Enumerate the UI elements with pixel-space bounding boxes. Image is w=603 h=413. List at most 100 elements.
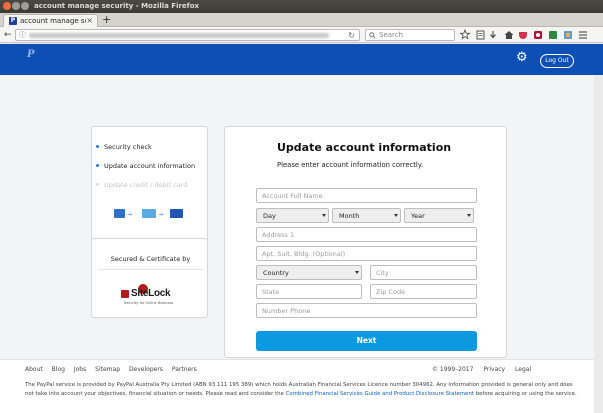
reload-icon[interactable]: ↻ <box>348 30 355 41</box>
site-info-icon[interactable]: ⓘ <box>19 30 26 41</box>
copyright: © 1999–2017 <box>432 366 474 373</box>
state-input[interactable]: State <box>256 284 362 299</box>
disclaimer-text-end: before acquiring or using the service. <box>473 390 577 397</box>
search-placeholder: Search <box>379 31 404 39</box>
form-subtitle: Please enter account information correct… <box>277 161 424 169</box>
step-label: Update account information <box>104 162 196 170</box>
footer-link-jobs[interactable]: Jobs <box>74 366 86 373</box>
footer-links: About Blog Jobs Sitemap Developers Partn… <box>25 366 204 373</box>
browser-tab[interactable]: P account manage security × <box>3 14 98 27</box>
footer-link-blog[interactable]: Blog <box>52 366 65 373</box>
url-bar[interactable]: ⓘ ↻ <box>15 29 360 41</box>
footer: About Blog Jobs Sitemap Developers Partn… <box>0 359 594 413</box>
zip-placeholder: Zip Code <box>376 288 406 296</box>
country-select[interactable]: Country <box>256 265 362 280</box>
logout-button[interactable]: Log Out <box>540 54 574 68</box>
day-select[interactable]: Day <box>256 208 329 223</box>
full-name-placeholder: Account Full Name <box>262 192 323 200</box>
sitelock-subtitle: Security for Online Business <box>124 301 174 305</box>
tab-strip: P account manage security × + <box>0 13 603 27</box>
footer-link-legal[interactable]: Legal <box>515 366 531 373</box>
window-maximize-button[interactable] <box>21 2 29 10</box>
site-header: P ⚙ Log Out <box>0 44 603 75</box>
page: P ⚙ Log Out Security check Update accoun… <box>0 44 603 413</box>
address1-input[interactable]: Address 1 <box>256 227 477 242</box>
footer-link-sitemap[interactable]: Sitemap <box>95 366 120 373</box>
country-value: Country <box>263 269 289 277</box>
footer-disclaimer: The PayPal service is provided by PayPal… <box>25 381 580 398</box>
step-update-account: Update account information <box>96 162 196 170</box>
secured-title: Secured & Certificate by <box>110 255 191 263</box>
menu-icon[interactable] <box>579 31 587 39</box>
paypal-logo-icon[interactable]: P <box>27 50 36 60</box>
address2-input[interactable]: Apt, Suit, Bldg. (Optional) <box>256 246 477 261</box>
window-close-button[interactable] <box>3 2 11 10</box>
city-placeholder: City <box>376 269 389 277</box>
footer-link-partners[interactable]: Partners <box>172 366 197 373</box>
year-select[interactable]: Year <box>404 208 474 223</box>
url-text-blurred <box>29 33 329 38</box>
day-value: Day <box>263 212 276 220</box>
step-dot-icon <box>96 145 99 148</box>
chevron-down-icon <box>355 271 359 274</box>
full-name-input[interactable]: Account Full Name <box>256 188 477 203</box>
navigation-bar: ← ⓘ ↻ Search <box>0 27 603 43</box>
star-icon[interactable] <box>460 29 471 40</box>
tab-close-icon[interactable]: × <box>86 16 93 25</box>
chevron-down-icon <box>322 214 326 217</box>
divider <box>98 269 203 270</box>
footer-link-developers[interactable]: Developers <box>129 366 163 373</box>
window-minimize-button[interactable] <box>12 2 20 10</box>
zip-code-input[interactable]: Zip Code <box>370 284 477 299</box>
back-arrow-icon[interactable]: ← <box>4 29 12 41</box>
window-title: account manage security - Mozilla Firefo… <box>34 2 200 10</box>
extension-icon[interactable] <box>549 31 557 39</box>
paypal-badge-icon <box>170 209 183 218</box>
phone-placeholder: Number Phone <box>262 307 311 315</box>
footer-link-privacy[interactable]: Privacy <box>483 366 505 373</box>
secured-card: Secured & Certificate by SiteLock Securi… <box>91 238 208 318</box>
toolbar-icons <box>460 29 587 40</box>
page-scrollbar[interactable] <box>594 75 603 413</box>
id-card-icon <box>114 209 125 218</box>
chevron-down-icon <box>394 214 398 217</box>
new-tab-icon[interactable]: + <box>102 13 111 26</box>
footer-right: © 1999–2017 Privacy Legal <box>432 366 539 373</box>
search-icon <box>369 30 376 43</box>
paypal-favicon-icon: P <box>9 17 17 25</box>
lock-icon <box>121 290 129 298</box>
month-value: Month <box>339 212 360 220</box>
pocket-icon[interactable] <box>519 32 527 39</box>
chevron-down-icon <box>467 214 471 217</box>
sitelock-logo-text: SiteLock <box>131 288 171 299</box>
home-icon[interactable] <box>504 31 514 39</box>
step-dot-icon <box>96 164 99 167</box>
month-select[interactable]: Month <box>332 208 401 223</box>
step-dot-icon <box>96 183 99 186</box>
disclaimer-link[interactable]: Combined Financial Services Guide and Pr… <box>286 391 474 397</box>
tab-title: account manage security <box>20 17 86 25</box>
form-title: Update account information <box>277 141 452 154</box>
step-label: Update credit / debit card <box>104 181 188 189</box>
gear-icon[interactable]: ⚙ <box>516 51 528 65</box>
process-flow: → → <box>114 208 188 220</box>
address1-placeholder: Address 1 <box>262 231 295 239</box>
step-security-check: Security check <box>96 143 152 151</box>
footer-link-about[interactable]: About <box>25 366 43 373</box>
step-label: Security check <box>104 143 152 151</box>
sync-icon[interactable] <box>564 31 572 39</box>
year-value: Year <box>411 212 425 220</box>
download-icon[interactable] <box>490 31 496 39</box>
shield-icon[interactable] <box>534 31 542 39</box>
state-placeholder: State <box>262 288 280 296</box>
arrow-right-icon: → <box>158 211 164 218</box>
city-input[interactable]: City <box>370 265 477 280</box>
reader-icon[interactable] <box>476 30 485 40</box>
next-button[interactable]: Next <box>256 331 477 351</box>
phone-number-input[interactable]: Number Phone <box>256 303 477 318</box>
step-update-card: Update credit / debit card <box>96 181 188 189</box>
sitelock-logo[interactable]: SiteLock Security for Online Business <box>121 284 181 306</box>
credit-card-icon <box>142 209 156 218</box>
address2-placeholder: Apt, Suit, Bldg. (Optional) <box>262 250 346 258</box>
search-bar[interactable]: Search <box>365 29 455 41</box>
